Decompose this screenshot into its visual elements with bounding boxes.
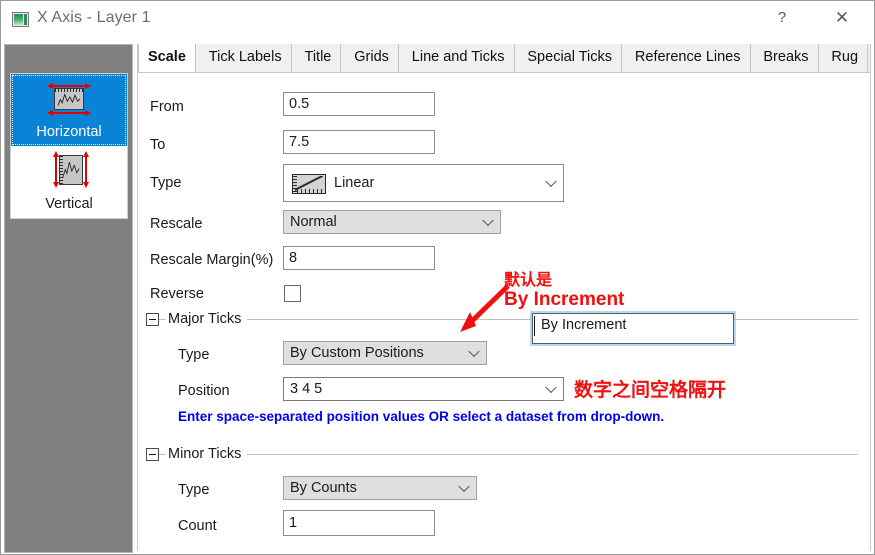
rescale-label: Rescale — [150, 216, 203, 232]
title-bar: X Axis - Layer 1 ? ✕ — [1, 1, 874, 39]
count-label: Count — [178, 518, 217, 534]
chevron-down-icon — [482, 214, 494, 227]
major-ticks-type-combo[interactable]: By Custom Positions — [283, 341, 487, 365]
waveform-glyph — [57, 93, 81, 106]
tab-special-ticks[interactable]: Special Ticks — [518, 44, 623, 72]
sidebar-item-label: Horizontal — [36, 124, 102, 140]
help-button[interactable]: ? — [759, 1, 805, 35]
position-combo[interactable]: 3 4 5 — [283, 377, 564, 401]
chevron-down-icon — [545, 381, 557, 394]
from-label: From — [150, 99, 184, 115]
dropdown-option-by-counts[interactable]: By Counts — [533, 338, 733, 343]
from-input[interactable]: 0.5 — [283, 92, 435, 116]
minor-ticks-type-value: By Counts — [290, 480, 357, 496]
linear-scale-icon — [292, 174, 326, 194]
axis-side-panel: Horizontal Vertical — [4, 44, 133, 553]
major-ticks-type-dropdown-popup[interactable]: By Increment By Counts — [532, 313, 734, 344]
window-title: X Axis - Layer 1 — [37, 9, 151, 26]
tab-scale[interactable]: Scale — [138, 44, 196, 72]
axis-dialog-window: X Axis - Layer 1 ? ✕ Horizontal Vertical… — [0, 0, 875, 555]
minor-ticks-collapse-toggle[interactable] — [146, 448, 159, 461]
position-value: 3 4 5 — [290, 381, 323, 397]
rescale-combo[interactable]: Normal — [283, 210, 501, 234]
rescale-margin-input[interactable]: 8 — [283, 246, 435, 270]
rescale-value: Normal — [290, 214, 337, 230]
tab-bar: Scale Tick Labels Title Grids Line and T… — [138, 44, 870, 73]
axis-dialog-icon — [12, 12, 29, 27]
close-button[interactable]: ✕ — [819, 1, 865, 35]
reverse-checkbox[interactable] — [284, 285, 301, 302]
sidebar-item-label: Vertical — [45, 196, 93, 212]
minor-ticks-type-label: Type — [178, 482, 210, 498]
dropdown-option-by-increment[interactable]: By Increment — [533, 314, 733, 338]
major-ticks-group-label: Major Ticks — [166, 310, 248, 329]
major-ticks-type-value: By Custom Positions — [290, 345, 424, 361]
major-ticks-type-label: Type — [178, 347, 210, 363]
scale-type-combo[interactable]: Linear — [283, 164, 564, 202]
annotation-english-default: By Increment — [504, 289, 625, 310]
tab-breaks[interactable]: Breaks — [754, 44, 819, 72]
to-label: To — [150, 137, 166, 153]
rescale-margin-label: Rescale Margin(%) — [150, 252, 274, 268]
tab-rug[interactable]: Rug — [822, 44, 869, 72]
scale-type-value: Linear — [334, 175, 375, 191]
waveform-glyph — [62, 161, 80, 178]
chevron-down-icon — [458, 480, 470, 493]
annotation-chinese-spaces: 数字之间空格隔开 — [574, 380, 727, 401]
minor-ticks-group: Minor Ticks — [146, 445, 858, 464]
scale-type-label: Type — [150, 175, 182, 191]
minor-ticks-type-combo[interactable]: By Counts — [283, 476, 477, 500]
position-label: Position — [178, 383, 230, 399]
axis-direction-list: Horizontal Vertical — [10, 73, 128, 219]
tab-line-and-ticks[interactable]: Line and Ticks — [402, 44, 515, 72]
chevron-down-icon — [545, 175, 557, 188]
red-arrow-icon — [460, 284, 510, 332]
tab-reference-lines[interactable]: Reference Lines — [625, 44, 751, 72]
sidebar-item-horizontal[interactable]: Horizontal — [11, 74, 127, 146]
tab-tick-labels[interactable]: Tick Labels — [199, 44, 292, 72]
count-input[interactable]: 1 — [283, 510, 435, 536]
horizontal-axis-icon — [42, 80, 96, 118]
chevron-down-icon — [468, 345, 480, 358]
position-hint-text: Enter space-separated position values OR… — [178, 409, 665, 424]
reverse-label: Reverse — [150, 286, 204, 302]
minor-ticks-group-label: Minor Ticks — [166, 445, 248, 464]
tab-title[interactable]: Title — [295, 44, 342, 72]
sidebar-item-vertical[interactable]: Vertical — [11, 146, 127, 218]
vertical-axis-icon — [42, 151, 96, 190]
tab-grids[interactable]: Grids — [345, 44, 399, 72]
major-ticks-collapse-toggle[interactable] — [146, 313, 159, 326]
to-input[interactable]: 7.5 — [283, 130, 435, 154]
